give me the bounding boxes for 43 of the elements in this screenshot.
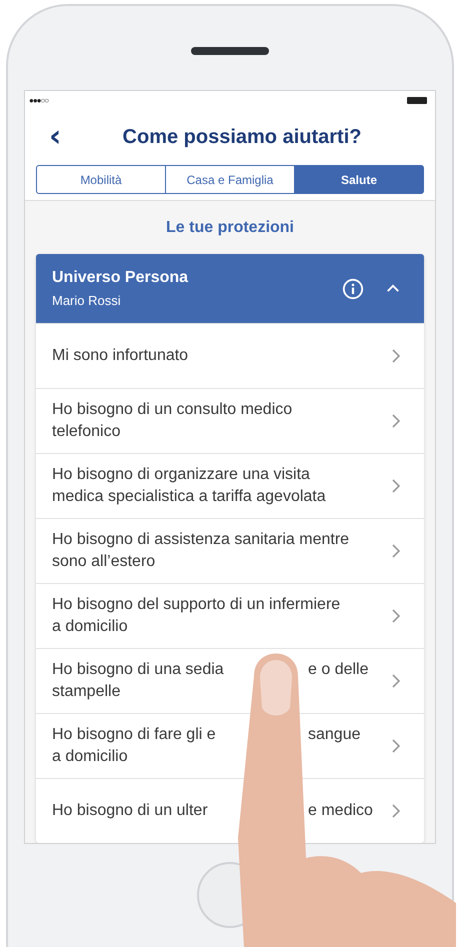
info-icon[interactable]	[342, 278, 364, 300]
item-text: a domicilio	[52, 617, 128, 637]
item-text: sangue	[308, 725, 360, 745]
category-tab[interactable]: Salute	[294, 165, 424, 194]
chevron-icon	[392, 479, 400, 493]
list-item[interactable]: Ho bisogno del supporto di un infermiere a domicilio	[36, 583, 424, 648]
back-button[interactable]: ‹	[43, 122, 68, 152]
list-item[interactable]: Mi sono infortunato	[36, 323, 424, 388]
card-subtitle: Mario Rossi	[52, 293, 122, 308]
chevron-icon	[392, 609, 400, 623]
item-text: telefonico	[52, 422, 120, 442]
item-text: Ho bisogno di fare gli e	[52, 725, 216, 745]
chevron-icon	[392, 414, 400, 428]
page-title: Come possiamo aiutarti?	[122, 126, 362, 149]
item-text: e medico	[308, 801, 373, 821]
item-text: Ho bisogno di assistenza sanitaria mentre	[52, 530, 350, 550]
chevron-icon	[392, 349, 400, 363]
item-text: Ho bisogno di una sedia	[52, 660, 224, 680]
category-tab[interactable]: Mobilità	[36, 165, 166, 194]
item-text: Ho bisogno di un ulter	[52, 801, 208, 821]
section-title: Le tue protezioni	[165, 218, 295, 238]
battery-icon	[407, 96, 427, 104]
item-text: e o delle	[308, 660, 368, 680]
chevron-icon	[392, 804, 400, 818]
card-title: Universo Persona	[52, 269, 190, 287]
item-text: stampelle	[52, 682, 120, 702]
signal-indicator: ●●●○○	[29, 96, 48, 105]
card-header[interactable]: Universo Persona Mario Rossi	[36, 254, 424, 323]
item-text: Mi sono infortunato	[52, 346, 188, 366]
chevron-icon	[392, 674, 400, 688]
item-text: medica specialistica a tariffa agevolata	[52, 487, 326, 507]
chevron-icon	[392, 544, 400, 558]
category-tab[interactable]: Casa e Famiglia	[165, 165, 295, 194]
item-text: a domicilio	[52, 747, 128, 767]
item-text: Ho bisogno di organizzare una visita	[52, 465, 310, 485]
chevron-icon	[392, 739, 400, 753]
list-item[interactable]: Ho bisogno di organizzare una visita medica specialistica a tariffa agevolata	[36, 453, 424, 518]
collapse-icon[interactable]	[386, 284, 400, 293]
list-item[interactable]: Ho bisogno di assistenza sanitaria mentre sono all’estero	[36, 518, 424, 583]
item-text: Ho bisogno del supporto di un infermiere	[52, 595, 340, 615]
list-item[interactable]: Ho bisogno di un consulto medico telefonico	[36, 388, 424, 453]
item-text: Ho bisogno di un consulto medico	[52, 400, 292, 420]
item-text: sono all’estero	[52, 552, 156, 572]
